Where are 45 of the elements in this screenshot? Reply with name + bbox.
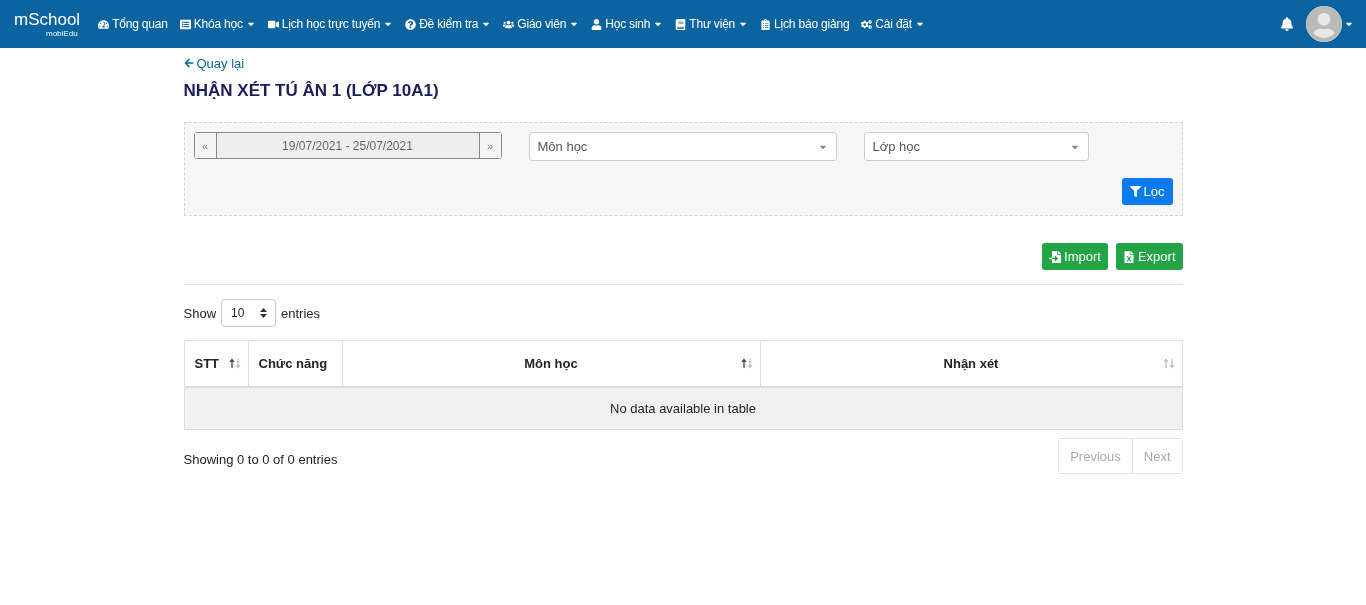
- export-button[interactable]: Export: [1115, 243, 1183, 270]
- filter-icon: [1129, 186, 1141, 197]
- back-link[interactable]: Quay lại: [183, 55, 245, 71]
- nav-item[interactable]: Khóa học: [173, 17, 262, 31]
- empty-table-message: No data available in table: [184, 386, 1182, 430]
- column-header[interactable]: STT: [184, 340, 248, 387]
- previous-week-button[interactable]: «: [194, 133, 216, 158]
- nav-item[interactable]: Giáo viên: [497, 17, 586, 31]
- nav-item[interactable]: Đề kiểm tra: [399, 17, 498, 31]
- logo: mSchool: [14, 10, 81, 29]
- table-info: Showing 0 to 0 of 0 entries: [183, 452, 338, 467]
- column-header[interactable]: Nhận xét: [760, 340, 1182, 387]
- nav-item[interactable]: Cài đặt: [855, 17, 931, 31]
- show-label: Show: [183, 305, 217, 321]
- subject-select[interactable]: Môn học: [528, 132, 837, 161]
- nav-item[interactable]: Học sinh: [585, 17, 670, 31]
- nav-item[interactable]: Thư viện: [669, 17, 755, 31]
- nav-item[interactable]: Lịch học trực tuyến: [261, 17, 400, 31]
- filter-button[interactable]: Lọc: [1121, 178, 1173, 205]
- arrow-left-icon: [183, 58, 194, 68]
- bell-icon[interactable]: [1280, 17, 1294, 31]
- nav-item[interactable]: Lịch báo giảng: [754, 17, 856, 31]
- clipboard-icon: [760, 18, 772, 30]
- class-select[interactable]: Lớp học: [863, 132, 1089, 161]
- book-icon: [675, 18, 687, 30]
- entries-label: entries: [281, 305, 321, 321]
- video-camera-icon: [267, 18, 279, 30]
- column-header[interactable]: Chức năng: [248, 340, 342, 387]
- up-down-caret-icon: [260, 308, 268, 318]
- logo-subtitle: mobiEdu: [46, 28, 78, 38]
- users-icon: [503, 18, 515, 30]
- next-week-button[interactable]: »: [479, 133, 501, 158]
- list-icon: [179, 18, 191, 30]
- user-icon: [591, 18, 603, 30]
- nav-item[interactable]: Tổng quan: [92, 17, 174, 31]
- page-title: NHẬN XÉT TÚ ÂN 1 (LỚP 10A1): [183, 81, 440, 101]
- import-button[interactable]: Import: [1042, 243, 1108, 270]
- excel-file-icon: [1122, 250, 1135, 263]
- gears-icon: [861, 18, 873, 30]
- page-length-select[interactable]: 10: [221, 299, 277, 327]
- date-range-field[interactable]: 19/07/2021 - 25/07/2021: [215, 133, 480, 158]
- file-import-icon: [1049, 250, 1062, 263]
- avatar[interactable]: [1306, 6, 1342, 42]
- column-header[interactable]: Môn học: [342, 340, 760, 387]
- gauge-icon: [98, 18, 110, 30]
